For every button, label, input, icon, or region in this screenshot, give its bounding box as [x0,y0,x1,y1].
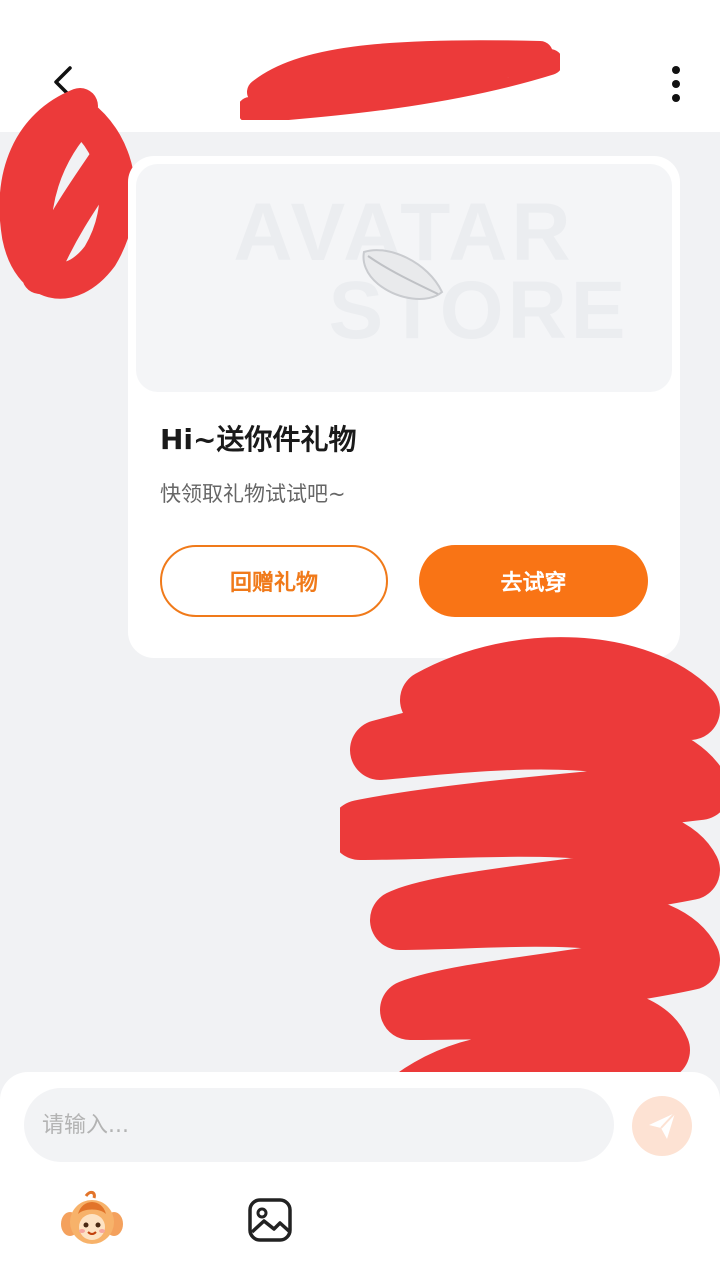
send-button[interactable] [632,1096,692,1156]
more-options-button[interactable] [654,62,698,106]
return-gift-button[interactable]: 回赠礼物 [160,545,388,617]
message-input[interactable] [24,1088,614,1162]
try-on-button[interactable]: 去试穿 [419,545,648,617]
image-picker-button[interactable] [246,1196,294,1244]
gift-card: AVATAR STORE Hi~送你件礼物 快领取礼物试试吧~ 回赠礼物 去试穿 [128,156,680,658]
send-icon [649,1112,676,1139]
more-vertical-icon [672,66,680,102]
redaction-scribble-avatar [0,88,136,299]
feather-gift-icon [362,249,444,300]
card-title: Hi~送你件礼物 [160,423,357,456]
card-subtitle: 快领取礼物试试吧~ [160,482,346,506]
redaction-scribble [240,40,560,120]
page-title-redacted [240,40,560,120]
character-emoji-icon [61,1190,123,1244]
image-icon [248,1198,292,1242]
message-composer [0,1072,720,1280]
character-emoji-button[interactable] [60,1190,124,1250]
avatar-store-banner: AVATAR STORE [136,164,672,392]
